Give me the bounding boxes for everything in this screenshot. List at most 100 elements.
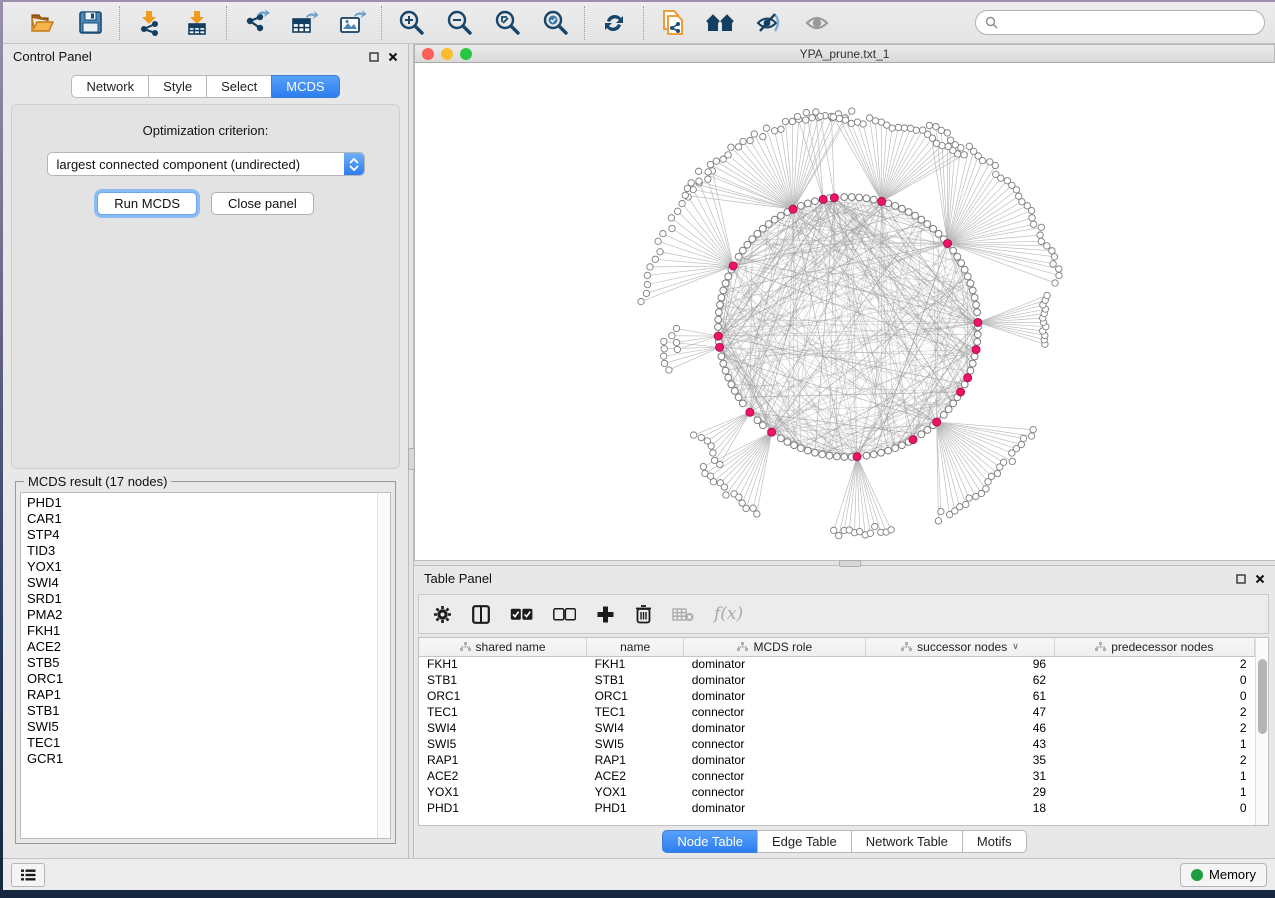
graph-leaf-node[interactable] bbox=[1049, 248, 1055, 254]
table-cell[interactable]: 1 bbox=[1054, 784, 1254, 800]
graph-leaf-node[interactable] bbox=[778, 126, 784, 132]
table-cell[interactable]: FKH1 bbox=[587, 656, 684, 672]
graph-leaf-node[interactable] bbox=[638, 298, 644, 304]
graph-node[interactable] bbox=[924, 427, 931, 434]
table-scrollbar-thumb[interactable] bbox=[1258, 659, 1267, 734]
graph-leaf-node[interactable] bbox=[713, 158, 719, 164]
import-network-icon[interactable] bbox=[134, 8, 164, 38]
graph-leaf-node[interactable] bbox=[933, 124, 939, 130]
mcds-result-item[interactable]: TEC1 bbox=[27, 735, 390, 751]
graph-leaf-node[interactable] bbox=[945, 143, 951, 149]
graph-node[interactable] bbox=[918, 431, 925, 438]
graph-leaf-node[interactable] bbox=[1000, 459, 1006, 465]
tab-edge-table[interactable]: Edge Table bbox=[757, 830, 851, 853]
table-row[interactable]: RAP1RAP1dominator352 bbox=[419, 752, 1255, 768]
graph-node[interactable] bbox=[974, 309, 981, 316]
graph-leaf-node[interactable] bbox=[695, 168, 701, 174]
mcds-result-item[interactable]: PMA2 bbox=[27, 607, 390, 623]
graph-leaf-node[interactable] bbox=[735, 144, 741, 150]
graph-leaf-node[interactable] bbox=[1044, 243, 1050, 249]
graph-node[interactable] bbox=[950, 247, 957, 254]
delete-column-icon[interactable] bbox=[635, 604, 652, 624]
table-cell[interactable]: SWI4 bbox=[587, 720, 684, 736]
refresh-icon[interactable] bbox=[599, 8, 629, 38]
graph-leaf-node[interactable] bbox=[1056, 266, 1062, 272]
graph-node[interactable] bbox=[924, 221, 931, 228]
table-cell[interactable]: dominator bbox=[684, 752, 866, 768]
graph-leaf-node[interactable] bbox=[1030, 426, 1036, 432]
graph-leaf-node[interactable] bbox=[782, 118, 788, 124]
graph-leaf-node[interactable] bbox=[802, 117, 808, 123]
window-close-button[interactable] bbox=[422, 48, 434, 60]
add-column-icon[interactable] bbox=[596, 605, 615, 624]
graph-leaf-node[interactable] bbox=[760, 133, 766, 139]
table-cell[interactable]: dominator bbox=[684, 688, 866, 704]
graph-node[interactable] bbox=[759, 422, 766, 429]
memory-button[interactable]: Memory bbox=[1180, 863, 1267, 887]
graph-node[interactable] bbox=[870, 196, 877, 203]
graph-node[interactable] bbox=[718, 294, 725, 301]
graph-node[interactable] bbox=[804, 200, 811, 207]
graph-leaf-node[interactable] bbox=[901, 125, 907, 131]
graph-leaf-node[interactable] bbox=[668, 215, 674, 221]
graph-node[interactable] bbox=[863, 452, 870, 459]
graph-leaf-node[interactable] bbox=[1004, 178, 1010, 184]
graph-leaf-node[interactable] bbox=[938, 508, 944, 514]
graph-leaf-node[interactable] bbox=[867, 530, 873, 536]
graph-leaf-node[interactable] bbox=[705, 169, 711, 175]
graph-leaf-node[interactable] bbox=[866, 115, 872, 121]
table-cell[interactable]: PHD1 bbox=[587, 800, 684, 816]
graph-node[interactable] bbox=[961, 266, 968, 273]
graph-leaf-node[interactable] bbox=[707, 161, 713, 167]
table-cell[interactable]: ORC1 bbox=[419, 688, 587, 704]
graph-leaf-node[interactable] bbox=[988, 473, 994, 479]
table-row[interactable]: SWI4SWI4dominator462 bbox=[419, 720, 1255, 736]
column-header-successor-nodes[interactable]: successor nodes∨ bbox=[866, 638, 1054, 656]
graph-node[interactable] bbox=[735, 253, 742, 260]
graph-node[interactable] bbox=[848, 194, 855, 201]
table-cell[interactable]: 2 bbox=[1054, 656, 1254, 672]
table-cell[interactable]: 0 bbox=[1054, 672, 1254, 688]
graph-node[interactable] bbox=[930, 225, 937, 232]
zoom-selected-icon[interactable] bbox=[540, 8, 570, 38]
task-history-button[interactable] bbox=[11, 863, 45, 887]
graph-node[interactable] bbox=[918, 216, 925, 223]
window-maximize-button[interactable] bbox=[460, 48, 472, 60]
graph-leaf-node[interactable] bbox=[920, 127, 926, 133]
table-cell[interactable]: dominator bbox=[684, 656, 866, 672]
graph-node[interactable] bbox=[754, 230, 761, 237]
graph-leaf-node[interactable] bbox=[1056, 272, 1062, 278]
table-cell[interactable]: 61 bbox=[866, 688, 1054, 704]
graph-leaf-node[interactable] bbox=[723, 492, 729, 498]
table-cell[interactable]: dominator bbox=[684, 720, 866, 736]
mcds-result-item[interactable]: SRD1 bbox=[27, 591, 390, 607]
graph-node[interactable] bbox=[974, 331, 981, 338]
graph-leaf-node[interactable] bbox=[830, 114, 836, 120]
table-cell[interactable]: 62 bbox=[866, 672, 1054, 688]
mcds-result-item[interactable]: ACE2 bbox=[27, 639, 390, 655]
table-cell[interactable]: TEC1 bbox=[587, 704, 684, 720]
table-cell[interactable]: connector bbox=[684, 768, 866, 784]
table-cell[interactable]: ACE2 bbox=[587, 768, 684, 784]
tab-node-table[interactable]: Node Table bbox=[662, 830, 757, 853]
table-cell[interactable]: 2 bbox=[1054, 752, 1254, 768]
graph-leaf-node[interactable] bbox=[1016, 193, 1022, 199]
graph-leaf-node[interactable] bbox=[957, 504, 963, 510]
graph-node[interactable] bbox=[974, 338, 981, 345]
graph-leaf-node[interactable] bbox=[895, 124, 901, 130]
mcds-result-item[interactable]: STP4 bbox=[27, 527, 390, 543]
node-table[interactable]: shared namenameMCDS rolesuccessor nodes∨… bbox=[419, 638, 1255, 816]
open-session-icon[interactable] bbox=[27, 8, 57, 38]
graph-leaf-node[interactable] bbox=[669, 333, 675, 339]
graph-leaf-node[interactable] bbox=[1009, 458, 1015, 464]
graph-node[interactable] bbox=[885, 447, 892, 454]
table-cell[interactable]: 43 bbox=[866, 736, 1054, 752]
graph-node[interactable] bbox=[722, 280, 729, 287]
graph-node[interactable] bbox=[797, 202, 804, 209]
graph-leaf-node[interactable] bbox=[690, 432, 696, 438]
graph-leaf-node[interactable] bbox=[763, 125, 769, 131]
graph-leaf-node[interactable] bbox=[750, 505, 756, 511]
graph-leaf-node[interactable] bbox=[993, 171, 999, 177]
mcds-result-item[interactable]: CAR1 bbox=[27, 511, 390, 527]
graph-leaf-node[interactable] bbox=[1029, 215, 1035, 221]
